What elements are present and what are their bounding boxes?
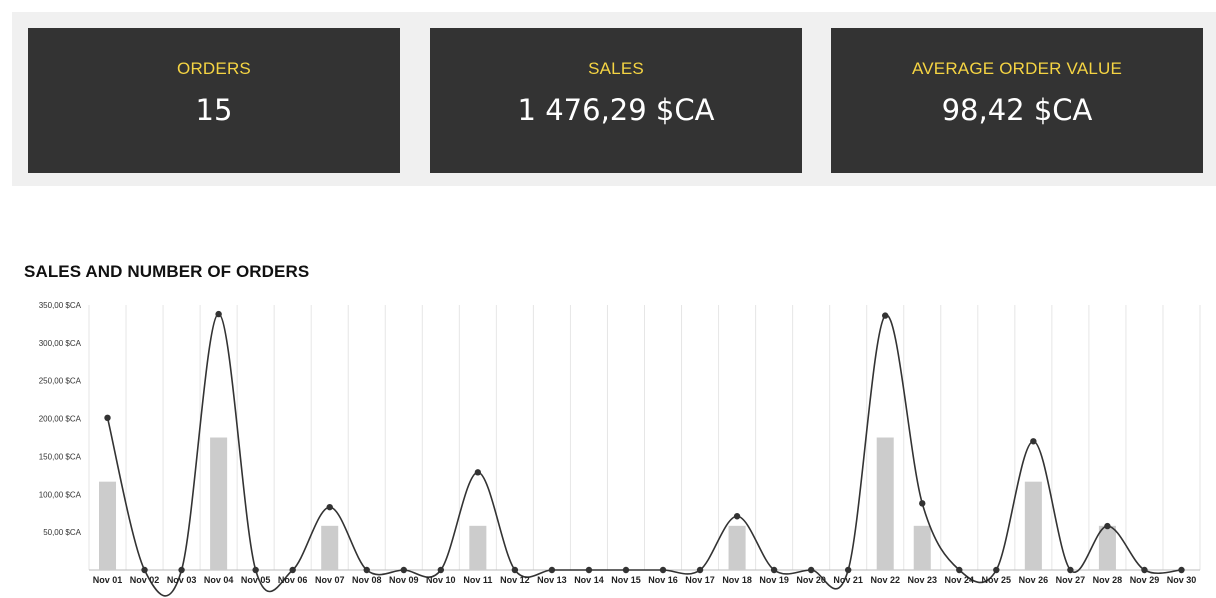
y-tick-label: 100,00 $CA	[39, 490, 82, 499]
sales-point[interactable]	[141, 566, 148, 574]
orders-bar[interactable]	[728, 525, 746, 570]
y-tick-label: 50,00 $CA	[43, 528, 81, 537]
x-tick-label: Nov 16	[648, 575, 678, 585]
x-tick-label: Nov 18	[722, 575, 752, 585]
x-tick-label: Nov 19	[759, 575, 789, 585]
x-tick-label: Nov 24	[945, 575, 975, 585]
sales-point[interactable]	[104, 414, 111, 422]
sales-point[interactable]	[993, 566, 1000, 574]
x-tick-label: Nov 13	[537, 575, 567, 585]
orders-bar[interactable]	[1098, 525, 1116, 570]
sales-point[interactable]	[363, 566, 370, 574]
sales-point[interactable]	[844, 566, 852, 574]
sales-point[interactable]	[882, 312, 889, 319]
x-tick-label: Nov 10	[426, 575, 456, 585]
x-tick-label: Nov 21	[833, 575, 863, 585]
y-tick-label: 150,00 $CA	[39, 452, 82, 461]
sales-point[interactable]	[733, 513, 741, 520]
orders-label: ORDERS	[177, 59, 251, 78]
x-tick-label: Nov 29	[1130, 575, 1160, 585]
average-order-value-value: 98,42 $CA	[941, 93, 1093, 127]
x-axis: Nov 01 Nov 02 Nov 03 Nov 04 Nov 05 Nov 06 Nov …	[93, 575, 1196, 585]
x-tick-label: Nov 14	[574, 575, 604, 585]
sales-point[interactable]	[215, 310, 222, 318]
y-tick-label: 200,00 $CA	[39, 415, 82, 424]
orders-bar[interactable]	[210, 437, 228, 571]
sales-point[interactable]	[659, 566, 667, 574]
sales-point[interactable]	[437, 566, 445, 574]
x-tick-label: Nov 25	[982, 575, 1012, 585]
x-tick-label: Nov 28	[1093, 575, 1123, 585]
orders-bar[interactable]	[469, 525, 487, 570]
average-order-value-label: AVERAGE ORDER VALUE	[911, 59, 1123, 78]
orders-bar[interactable]	[1024, 481, 1042, 570]
sales-point[interactable]	[1141, 566, 1148, 574]
x-tick-label: Nov 20	[796, 575, 826, 585]
x-tick-label: Nov 07	[315, 575, 345, 585]
x-tick-label: Nov 01	[93, 575, 123, 585]
sales-point[interactable]	[400, 566, 407, 574]
chart-title: SALES AND NUMBER OF ORDERS	[24, 262, 310, 281]
x-tick-label: Nov 05	[241, 575, 271, 585]
sales-point[interactable]	[1030, 438, 1037, 445]
y-tick-label: 250,00 $CA	[39, 377, 82, 386]
sales-point[interactable]	[289, 566, 296, 574]
orders-bar[interactable]	[321, 525, 339, 570]
x-tick-label: Nov 30	[1167, 575, 1197, 585]
orders-card: ORDERS 15	[28, 28, 400, 173]
y-tick-label: 350,00 $CA	[39, 301, 82, 310]
sales-point[interactable]	[696, 566, 704, 574]
orders-bar[interactable]	[98, 481, 117, 570]
x-tick-label: Nov 12	[500, 575, 530, 585]
x-tick-label: Nov 26	[1019, 575, 1049, 585]
x-tick-label: Nov 04	[204, 575, 234, 585]
y-tick-label: 300,00 $CA	[39, 339, 82, 348]
sales-point[interactable]	[474, 469, 482, 476]
average-order-value-card: AVERAGE ORDER VALUE 98,42 $CA	[831, 28, 1203, 173]
x-tick-label: Nov 08	[352, 575, 382, 585]
orders-value: 15	[195, 93, 233, 127]
sales-point[interactable]	[919, 500, 926, 507]
sales-point[interactable]	[548, 566, 556, 574]
sales-label: SALES	[588, 59, 644, 78]
x-tick-label: Nov 22	[870, 575, 900, 585]
orders-bar[interactable]	[913, 525, 931, 570]
x-tick-label: Nov 09	[389, 575, 419, 585]
sales-point[interactable]	[1178, 566, 1185, 574]
orders-bar[interactable]	[876, 437, 894, 571]
x-tick-label: Nov 27	[1056, 575, 1086, 585]
x-tick-label: Nov 03	[167, 575, 197, 585]
sales-orders-chart: 50,00 $CA 100,00 $CA 150,00 $CA 200,00 $CA 2…	[39, 301, 1201, 597]
sales-point[interactable]	[326, 503, 333, 511]
x-tick-label: Nov 11	[463, 575, 492, 585]
sales-point[interactable]	[1104, 522, 1111, 530]
sales-value: 1 476,29 $CA	[517, 93, 715, 127]
x-tick-label: Nov 23	[907, 575, 937, 585]
kpi-strip: ORDERS 15 SALES 1 476,29 $CA AVERAGE ORD…	[12, 12, 1216, 186]
sales-point[interactable]	[622, 566, 630, 574]
sales-point[interactable]	[252, 566, 259, 574]
sales-point[interactable]	[770, 566, 778, 574]
x-tick-label: Nov 02	[130, 575, 160, 585]
sales-point[interactable]	[585, 566, 593, 574]
sales-point[interactable]	[511, 566, 519, 574]
y-axis: 50,00 $CA 100,00 $CA 150,00 $CA 200,00 $CA 2…	[39, 301, 82, 537]
sales-point[interactable]	[178, 566, 185, 574]
sales-card: SALES 1 476,29 $CA	[430, 28, 802, 173]
sales-point[interactable]	[1067, 566, 1074, 574]
x-tick-label: Nov 06	[278, 575, 308, 585]
sales-point[interactable]	[956, 566, 963, 574]
sales-point[interactable]	[807, 566, 815, 574]
x-tick-label: Nov 15	[611, 575, 641, 585]
x-tick-label: Nov 17	[685, 575, 715, 585]
